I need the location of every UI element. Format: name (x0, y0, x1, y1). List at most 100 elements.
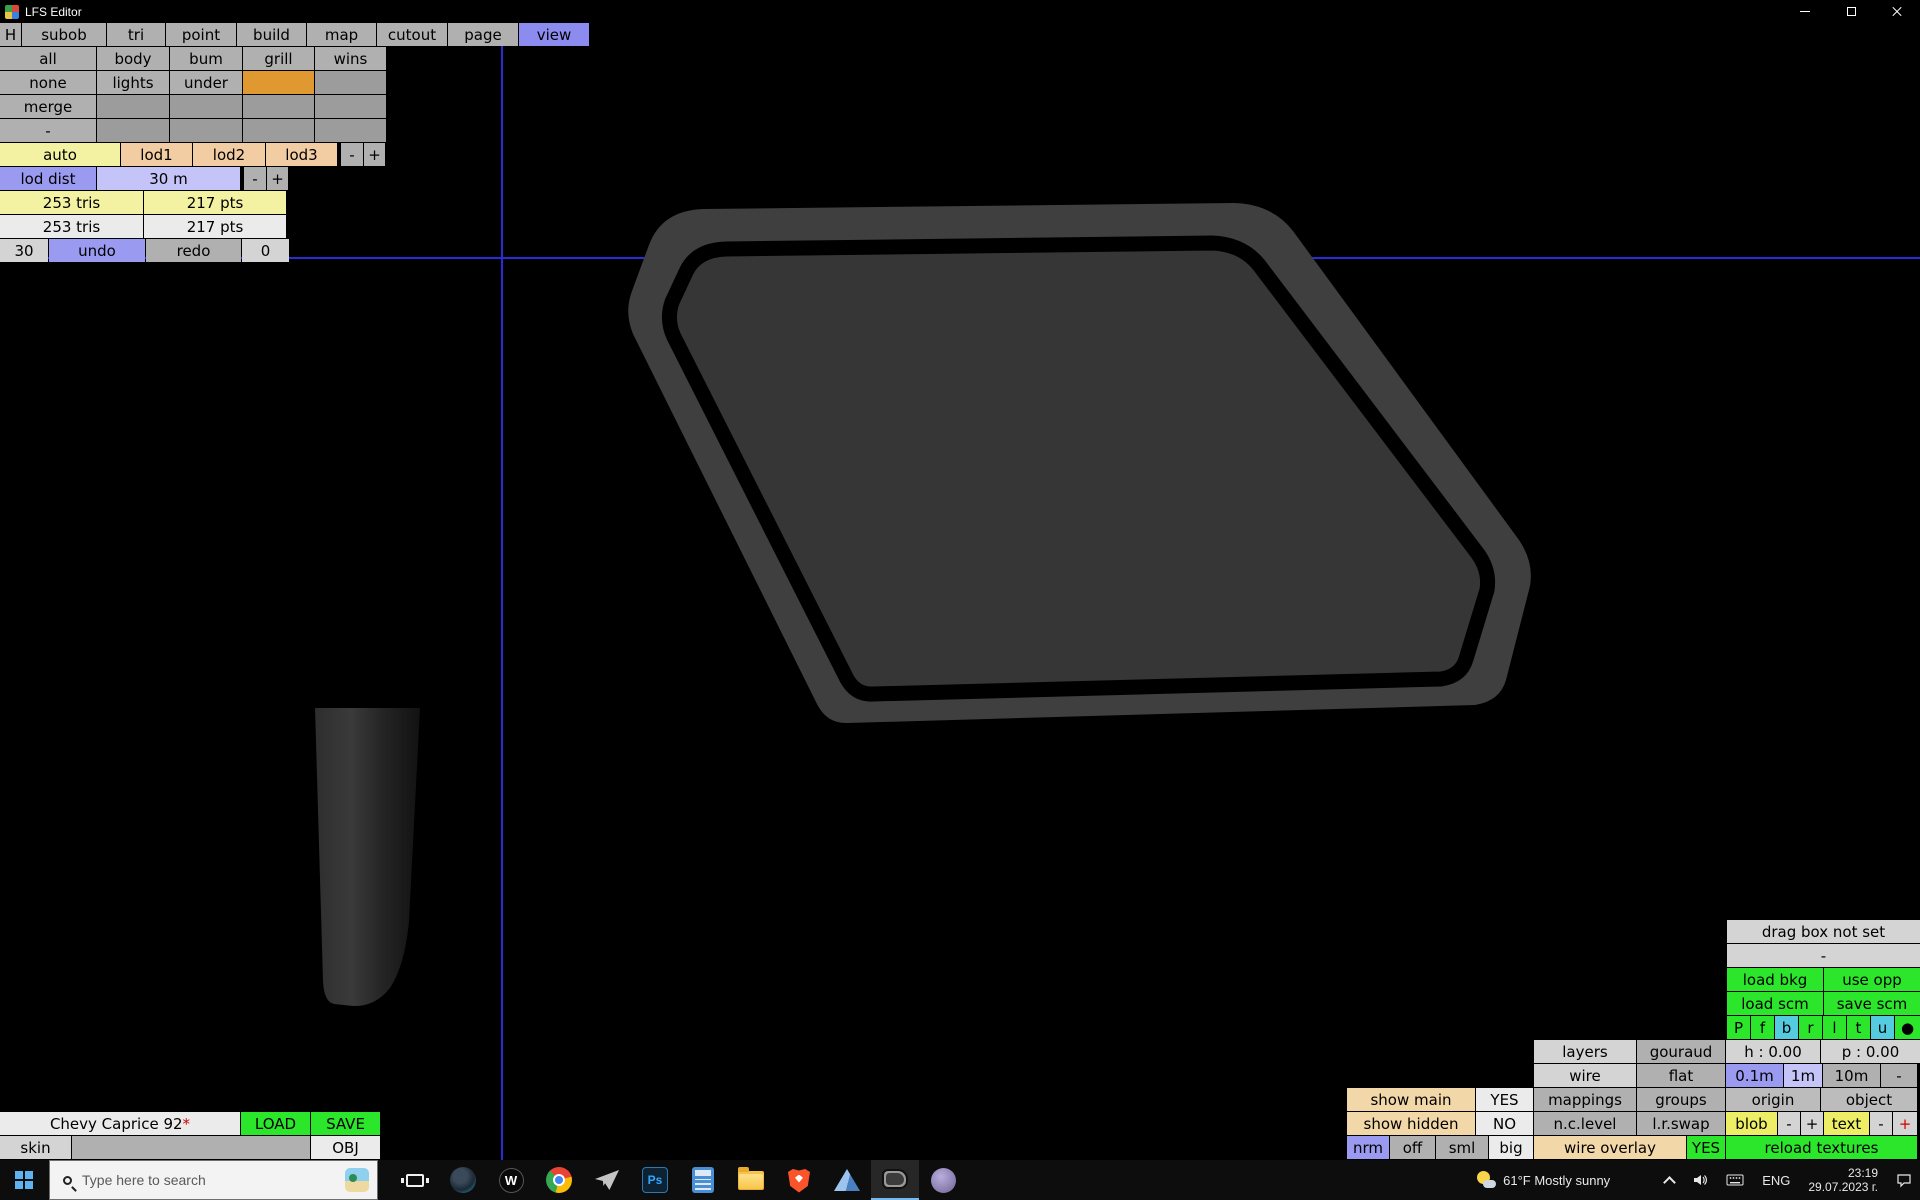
load-bkg-button[interactable]: load bkg (1727, 968, 1823, 991)
load-scm-button[interactable]: load scm (1727, 992, 1823, 1015)
view-preset-r-button[interactable]: r (1799, 1016, 1822, 1039)
tab-page[interactable]: page (448, 23, 518, 46)
undo-button[interactable]: undo (49, 239, 145, 262)
blob-button[interactable]: blob (1726, 1112, 1777, 1135)
view-preset-t-button[interactable]: t (1847, 1016, 1870, 1039)
paper-plane-button[interactable] (583, 1160, 631, 1200)
w-app-button[interactable]: W (487, 1160, 535, 1200)
blob-plus-button[interactable]: + (1801, 1112, 1823, 1135)
merge-button[interactable]: merge (0, 95, 96, 118)
lod-dist-plus-button[interactable]: + (267, 167, 288, 190)
tab-view-active[interactable]: view (519, 23, 589, 46)
maximize-button[interactable] (1828, 0, 1874, 23)
show-hidden-button[interactable]: show hidden (1347, 1112, 1475, 1135)
text-plus-button[interactable]: + (1893, 1112, 1917, 1135)
purple-app-button[interactable] (919, 1160, 967, 1200)
view-preset-b-button[interactable]: b (1775, 1016, 1798, 1039)
gouraud-button[interactable]: gouraud (1637, 1040, 1725, 1063)
close-button[interactable] (1874, 0, 1920, 23)
dark-browser-button[interactable] (439, 1160, 487, 1200)
nc-level-button[interactable]: n.c.level (1534, 1112, 1636, 1135)
calculator-button[interactable] (679, 1160, 727, 1200)
flat-button[interactable]: flat (1637, 1064, 1725, 1087)
grid-10m-button[interactable]: 10m (1823, 1064, 1880, 1087)
grid-minus-button[interactable]: - (1881, 1064, 1917, 1087)
dash-button[interactable]: - (0, 119, 96, 142)
model-name-field[interactable]: Chevy Caprice 92* (0, 1112, 240, 1135)
object-button[interactable]: object (1821, 1088, 1917, 1111)
filter-wins-button[interactable]: wins (315, 47, 386, 70)
show-hidden-value[interactable]: NO (1476, 1112, 1533, 1135)
volume-button[interactable] (1692, 1160, 1708, 1200)
filter-all-button[interactable]: all (0, 47, 96, 70)
nrm-off-button[interactable]: off (1390, 1136, 1435, 1159)
notification-center-button[interactable] (1896, 1160, 1912, 1200)
app-icon[interactable] (5, 5, 19, 19)
minimize-button[interactable] (1782, 0, 1828, 23)
tab-build[interactable]: build (237, 23, 306, 46)
search-input[interactable] (82, 1172, 345, 1188)
filter-grill-button[interactable]: grill (243, 47, 314, 70)
lr-swap-button[interactable]: l.r.swap (1637, 1112, 1725, 1135)
start-button[interactable] (0, 1160, 48, 1200)
skin-button[interactable]: skin (0, 1136, 71, 1159)
lod-minus-button[interactable]: - (341, 143, 363, 166)
weather-widget[interactable]: 61°F Mostly sunny (1476, 1160, 1610, 1200)
photoshop-button[interactable]: Ps (631, 1160, 679, 1200)
filter-lights-button[interactable]: lights (97, 71, 169, 94)
tab-subob[interactable]: subob (22, 23, 106, 46)
nrm-sml-button[interactable]: sml (1436, 1136, 1488, 1159)
touch-keyboard-button[interactable] (1726, 1160, 1744, 1200)
tab-tri[interactable]: tri (107, 23, 165, 46)
lod-plus-button[interactable]: + (364, 143, 385, 166)
text-size-button[interactable]: text (1824, 1112, 1869, 1135)
redo-button[interactable]: redo (146, 239, 241, 262)
load-button[interactable]: LOAD (241, 1112, 310, 1135)
brave-button[interactable] (775, 1160, 823, 1200)
file-explorer-button[interactable] (727, 1160, 775, 1200)
lod-auto-button[interactable]: auto (0, 143, 120, 166)
reload-textures-button[interactable]: reload textures (1726, 1136, 1917, 1159)
tab-map[interactable]: map (307, 23, 376, 46)
menu-h-button[interactable]: H (0, 23, 21, 46)
save-scm-button[interactable]: save scm (1824, 992, 1920, 1015)
wire-overlay-value[interactable]: YES (1687, 1136, 1725, 1159)
view-preset-dot-button[interactable]: ● (1895, 1016, 1920, 1039)
lod-dist-minus-button[interactable]: - (244, 167, 266, 190)
grid-01m-button[interactable]: 0.1m (1726, 1064, 1783, 1087)
lfs-editor-taskbar-button[interactable] (871, 1160, 919, 1200)
wire-button[interactable]: wire (1534, 1064, 1636, 1087)
viewport-canvas[interactable] (0, 0, 1920, 1200)
layers-button[interactable]: layers (1534, 1040, 1636, 1063)
view-preset-p-button[interactable]: P (1727, 1016, 1750, 1039)
prism-app-button[interactable] (823, 1160, 871, 1200)
view-preset-f-button[interactable]: f (1751, 1016, 1774, 1039)
text-minus-button[interactable]: - (1870, 1112, 1892, 1135)
save-button[interactable]: SAVE (311, 1112, 380, 1135)
clock-widget[interactable]: 23:1929.07.2023 г. (1808, 1160, 1878, 1200)
grid-1m-button[interactable]: 1m (1784, 1064, 1822, 1087)
filter-under-button[interactable]: under (170, 71, 242, 94)
tab-cutout[interactable]: cutout (377, 23, 447, 46)
search-highlight-icon[interactable] (345, 1168, 369, 1192)
use-opp-button[interactable]: use opp (1824, 968, 1920, 991)
chrome-button[interactable] (535, 1160, 583, 1200)
nrm-button[interactable]: nrm (1347, 1136, 1389, 1159)
language-indicator[interactable]: ENG (1762, 1160, 1790, 1200)
view-preset-u-button[interactable]: u (1871, 1016, 1894, 1039)
tab-point[interactable]: point (166, 23, 236, 46)
origin-button[interactable]: origin (1726, 1088, 1820, 1111)
show-main-value[interactable]: YES (1476, 1088, 1533, 1111)
filter-bum-button[interactable]: bum (170, 47, 242, 70)
taskbar-search[interactable] (49, 1160, 378, 1200)
view-preset-l-button[interactable]: l (1823, 1016, 1846, 1039)
filter-none-button[interactable]: none (0, 71, 96, 94)
mappings-button[interactable]: mappings (1534, 1088, 1636, 1111)
blob-minus-button[interactable]: - (1778, 1112, 1800, 1135)
lod2-button[interactable]: lod2 (193, 143, 265, 166)
color-swatch-orange[interactable] (243, 71, 314, 94)
obj-button[interactable]: OBJ (311, 1136, 380, 1159)
nrm-big-button[interactable]: big (1489, 1136, 1533, 1159)
tray-overflow-button[interactable] (1665, 1160, 1674, 1200)
filter-body-button[interactable]: body (97, 47, 169, 70)
